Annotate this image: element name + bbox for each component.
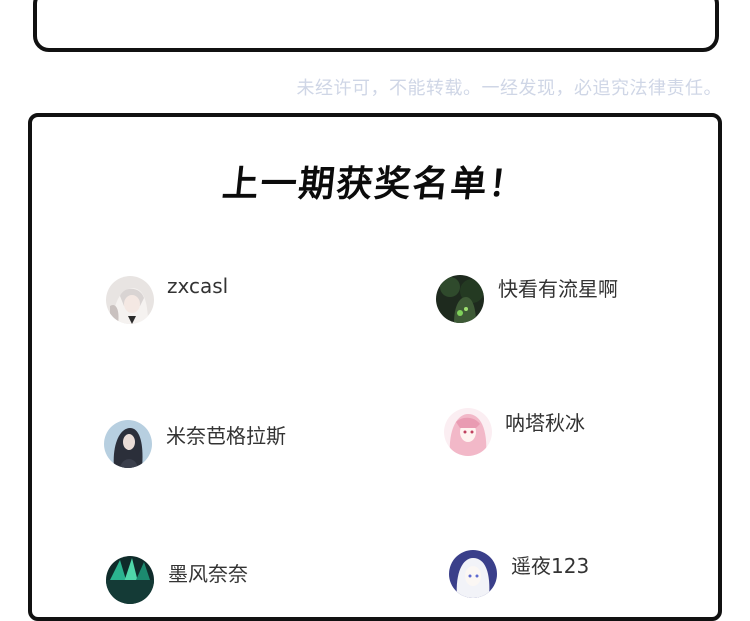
winners-title: 上一期获奖名单！ bbox=[220, 164, 529, 205]
dark-hair-girl-avatar-icon bbox=[104, 420, 152, 468]
white-hair-avatar-icon bbox=[449, 550, 497, 598]
top-panel-frame bbox=[33, 0, 719, 52]
winner-name: 米奈芭格拉斯 bbox=[166, 424, 286, 448]
winner-name: zxcasl bbox=[167, 274, 229, 298]
winner-name: 快看有流星啊 bbox=[498, 277, 618, 301]
winner-name: 墨风奈奈 bbox=[168, 562, 248, 586]
copyright-notice: 未经许可，不能转载。一经发现，必追究法律责任。 bbox=[296, 78, 722, 99]
pink-hair-avatar-icon bbox=[444, 408, 492, 456]
dark-forest-avatar-icon bbox=[436, 275, 484, 323]
winner-name: 呐塔秋冰 bbox=[505, 411, 585, 435]
winner-name: 遥夜123 bbox=[511, 554, 590, 578]
anime-avatar-icon bbox=[106, 276, 154, 324]
green-crystal-avatar-icon bbox=[106, 556, 154, 604]
